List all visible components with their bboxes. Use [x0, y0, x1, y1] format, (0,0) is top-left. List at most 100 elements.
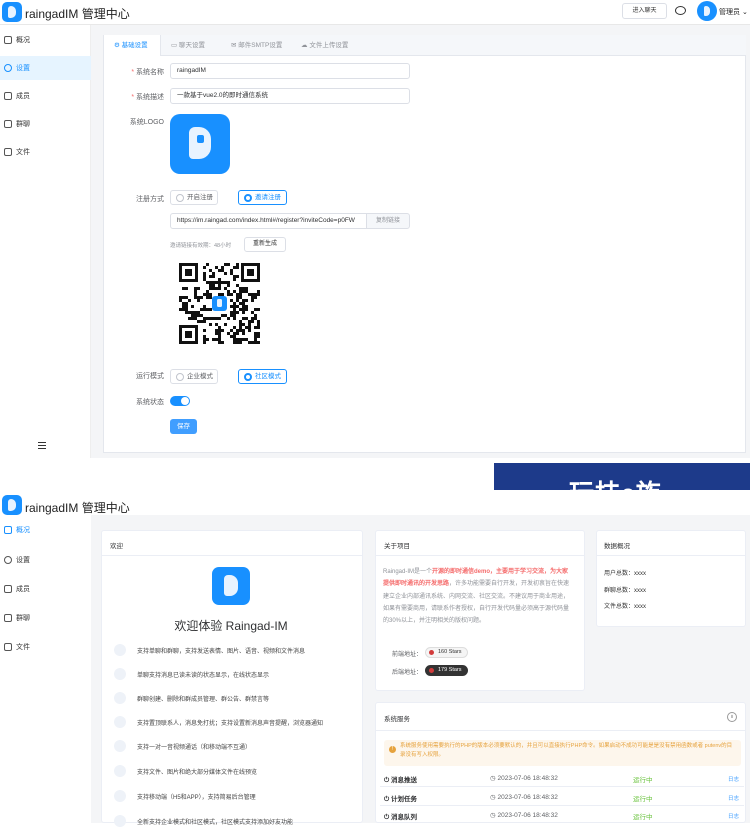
file-count: 文件总数：xxxx	[604, 604, 647, 610]
service-log-link[interactable]: 日志	[728, 775, 739, 783]
frontend-label: 前端地址：	[392, 652, 423, 658]
app-title: raingadIM 管理中心	[25, 7, 130, 21]
feature-item: 全新支持企业模式和社区模式，社区模式支持添加好友功能	[110, 812, 358, 832]
feature-item: 群聊创建、删除和群成员管理、群公告、群禁言等	[110, 689, 358, 709]
video-call-icon	[114, 740, 126, 752]
service-name: ⏻ 计划任务	[384, 796, 417, 803]
welcome-panel-title: 欢迎	[110, 543, 123, 550]
radio-enterprise-mode[interactable]: 企业模式	[170, 369, 218, 384]
system-desc-label: * 系统描述	[131, 94, 164, 101]
service-status: 运行中	[633, 814, 653, 821]
pin-icon	[114, 716, 126, 728]
tab-basic-settings[interactable]: ⚙ 基础设置	[103, 35, 161, 56]
services-title: 系统服务	[384, 716, 410, 723]
invite-qr-code	[177, 261, 262, 346]
chat-icon	[4, 120, 12, 128]
mobile-icon	[114, 790, 126, 802]
sidebar-item-settings[interactable]: 设置	[0, 56, 91, 80]
service-time: ◷ 2023-07-06 18:48:32	[490, 775, 558, 782]
invite-link-input[interactable]: https://im.raingad.com/index.html#/regis…	[170, 213, 367, 229]
gear-icon	[4, 556, 12, 564]
gear-icon	[4, 64, 12, 72]
feature-item: 支持置顶联系人，消息免打扰；支持设置新消息声音提醒，浏览器通知	[110, 713, 358, 733]
tab-upload-settings[interactable]: ☁ 文件上传设置	[291, 35, 361, 56]
system-logo-label: 系统LOGO	[129, 119, 164, 126]
service-name: ⏻ 消息推送	[384, 777, 417, 784]
app-logo-icon	[2, 2, 22, 22]
raingad-logo-icon	[212, 567, 250, 605]
sidebar-item-groups[interactable]: 群聊	[0, 606, 91, 630]
collapse-menu-icon[interactable]	[38, 442, 46, 449]
sidebar-item-groups[interactable]: 群聊	[0, 112, 91, 136]
settings-screen: raingadIM 管理中心 进入聊天 管理员 ⌄ 概况 设置 成员 群聊 文件…	[0, 0, 750, 458]
user-icon	[4, 585, 12, 593]
service-name: ⏻ 消息队列	[384, 814, 417, 821]
community-icon	[114, 815, 126, 827]
sidebar-item-members[interactable]: 成员	[0, 577, 91, 601]
radio-open-register[interactable]: 开启注册	[170, 190, 218, 205]
enter-chat-button[interactable]: 进入聊天	[622, 3, 667, 19]
radio-invite-register[interactable]: 邀请注册	[238, 190, 287, 205]
about-title: 关于项目	[384, 543, 410, 550]
sidebar-item-settings[interactable]: 设置	[0, 548, 91, 572]
service-status: 运行中	[633, 796, 653, 803]
user-name[interactable]: 管理员 ⌄	[719, 7, 748, 17]
save-button[interactable]: 保存	[170, 419, 197, 434]
tab-smtp-settings[interactable]: ✉ 邮件SMTP设置	[221, 35, 291, 56]
dashboard-icon	[4, 36, 12, 44]
run-mode-label: 运行模式	[136, 373, 164, 380]
sidebar-item-overview[interactable]: 概况	[0, 28, 91, 52]
chat-icon	[4, 614, 12, 622]
regenerate-button[interactable]: 重新生成	[244, 237, 286, 252]
user-icon	[4, 92, 12, 100]
service-time: ◷ 2023-07-06 18:48:32	[490, 812, 558, 819]
sidebar: 概况 设置 成员 群聊 文件	[0, 25, 91, 458]
app-title: raingadIM 管理中心	[25, 501, 130, 515]
top-header: raingadIM 管理中心	[0, 490, 750, 515]
service-log-link[interactable]: 日志	[728, 794, 739, 802]
sidebar-item-files[interactable]: 文件	[0, 635, 91, 659]
radio-community-mode[interactable]: 社区模式	[238, 369, 287, 384]
message-icon[interactable]	[675, 6, 686, 15]
system-logo-upload[interactable]	[170, 114, 230, 174]
sidebar-item-files[interactable]: 文件	[0, 140, 91, 164]
folder-icon	[4, 148, 12, 156]
system-desc-input[interactable]: 一款基于vue2.0的即时通信系统	[170, 88, 410, 104]
frontend-stars-badge[interactable]: 160 Stars	[425, 647, 468, 658]
feature-item: 单聊支持消息已读未读的状态显示，在线状态显示	[110, 665, 358, 685]
folder-icon	[4, 643, 12, 651]
sidebar-item-members[interactable]: 成员	[0, 84, 91, 108]
backend-stars-badge[interactable]: 179 Stars	[425, 665, 468, 676]
about-text: Raingad-IM是一个开源的即时通信demo，主要用于学习交流，为大家提供即…	[383, 569, 570, 625]
system-status-switch[interactable]	[170, 396, 190, 406]
group-count: 群聊总数：xxxx	[604, 588, 647, 594]
service-status: 运行中	[633, 777, 653, 784]
service-log-link[interactable]: 日志	[728, 812, 739, 820]
welcome-title: 欢迎体验 Raingad-IM	[174, 619, 288, 633]
user-count: 用户总数：xxxx	[604, 571, 647, 577]
system-status-label: 系统状态	[136, 399, 164, 406]
copy-link-button[interactable]: 复制链接	[366, 213, 410, 229]
dashboard-icon	[4, 526, 12, 534]
app-logo-icon	[2, 495, 22, 515]
top-header: raingadIM 管理中心 进入聊天 管理员 ⌄	[0, 0, 750, 25]
register-mode-label: 注册方式	[136, 196, 164, 203]
system-name-input[interactable]: raingadIM	[170, 63, 410, 79]
backend-label: 后端地址：	[392, 670, 423, 676]
tab-chat-settings[interactable]: ▭ 聊天设置	[161, 35, 221, 56]
services-warning: 系统服务使用需要执行的PHP的版本必须要默认的，并且可以直接执行PHP命令。如果…	[384, 740, 741, 766]
sidebar-item-overview[interactable]: 概况	[0, 518, 91, 542]
file-preview-icon	[114, 765, 126, 777]
avatar[interactable]	[697, 1, 717, 21]
feature-item: 支持文件、图片和绝大部分媒体文件在线预览	[110, 762, 358, 782]
feature-item: 支持移动端（H5和APP），支持简易后台管理	[110, 787, 358, 807]
system-name-label: * 系统名称	[131, 69, 164, 76]
feature-item: 支持单聊和群聊，支持发送表情、图片、语音、视频和文件消息	[110, 641, 358, 661]
stats-title: 数据概况	[604, 543, 630, 550]
sidebar: 概况 设置 成员 群聊 文件	[0, 515, 91, 823]
service-time: ◷ 2023-07-06 18:48:32	[490, 794, 558, 801]
feature-item: 支持一对一音视频通话（和移动端不互通）	[110, 737, 358, 757]
chat-icon	[114, 644, 126, 656]
group-icon	[114, 692, 126, 704]
pause-icon[interactable]: ॥	[727, 712, 737, 722]
